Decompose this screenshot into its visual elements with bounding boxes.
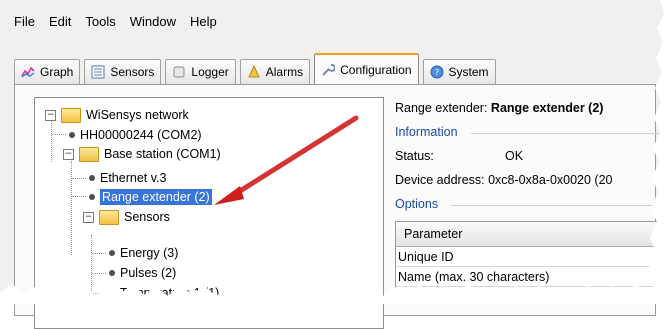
torn-edge [0, 0, 672, 304]
application-window: File Edit Tools Window Help Graph Sensor… [0, 0, 672, 329]
